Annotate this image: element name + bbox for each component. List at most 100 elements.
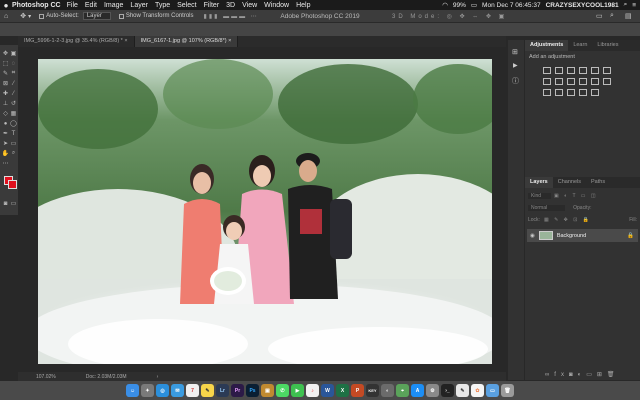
menu-image[interactable]: Image [104,2,123,9]
gradient-tool-icon[interactable]: ▦ [9,109,18,118]
launchpad-icon[interactable]: ✦ [141,384,154,397]
invert-icon[interactable] [543,89,551,96]
filter-icons[interactable]: ▣ ◐ T ▭ ◫ [554,193,598,199]
lasso-tool-icon[interactable]: ◌ [9,59,18,68]
list-icon[interactable]: ≡ [632,2,636,9]
workspace-switch-icon[interactable]: ▤ [625,12,632,20]
photo-filter-icon[interactable] [579,78,587,85]
menu-edit[interactable]: Edit [85,2,97,9]
type-tool-icon[interactable]: T [9,129,18,138]
home-icon[interactable]: ⌂ [4,13,8,20]
trash-icon[interactable]: 🗑 [501,384,514,397]
posterize-icon[interactable] [555,89,563,96]
dropdown-icon[interactable]: ▾ [28,13,31,20]
selective-color-icon[interactable] [579,89,587,96]
safari-icon[interactable]: ◎ [156,384,169,397]
mask-icon[interactable]: ◙ [569,372,578,378]
datetime[interactable]: Mon Dec 7 06:45:37 [482,2,541,9]
zoom-tool-icon[interactable]: ⌕ [9,149,18,158]
tab-libraries[interactable]: Libraries [592,40,623,51]
trash-icon[interactable]: 🗑 [607,372,620,378]
messages-icon[interactable]: ✆ [276,384,289,397]
dodge-tool-icon[interactable]: ◯ [9,119,18,128]
doc-size[interactable]: Doc: 2.03M/2.03M [86,374,127,380]
facetime-icon[interactable]: ▶ [291,384,304,397]
transform-checkbox[interactable] [118,13,124,19]
fx-icon[interactable]: fx [554,372,569,378]
lightroom-icon[interactable]: Lr [216,384,229,397]
preview-icon[interactable]: ◐ [381,384,394,397]
tab-channels[interactable]: Channels [553,177,586,188]
maps-icon[interactable]: ⌖ [396,384,409,397]
menu-file[interactable]: File [67,2,78,9]
calendar-icon[interactable]: 7 [186,384,199,397]
layer-row-background[interactable]: ◉ Background 🔒 [527,229,638,242]
wifi-icon[interactable]: ◠ [442,1,448,9]
eyedropper-icon[interactable]: ⁄ [9,79,18,88]
app-store-icon[interactable]: A [411,384,424,397]
shape-tool-icon[interactable]: ▭ [9,139,18,148]
canvas-area[interactable] [18,47,506,372]
keynote-icon[interactable]: KEY [366,384,379,397]
info-panel-icon[interactable]: ⓘ [512,76,519,86]
screen-mode-icon[interactable]: ▭ [9,199,18,208]
brush-tool-icon[interactable]: ⁄ [9,89,18,98]
photoshop-icon[interactable]: Ps [246,384,259,397]
app-menu[interactable]: Photoshop CC [12,2,61,9]
mail-icon[interactable]: ✉ [171,384,184,397]
battery-percent[interactable]: 99% [453,2,466,9]
gradient-adj-icon[interactable] [603,67,611,74]
text-edit-icon[interactable]: ✎ [456,384,469,397]
tab-img6167[interactable]: IMG_6167-1.jpg @ 107% (RGB/8*) × [134,36,239,47]
folder-icon[interactable]: ▭ [586,372,597,378]
play-panel-icon[interactable]: ▶ [513,62,518,69]
username[interactable]: CRAZYSEXYCOOL1981 [546,2,619,9]
folder-icon[interactable]: ▭ [486,384,499,397]
terminal-icon[interactable]: ›_ [441,384,454,397]
powerpoint-icon[interactable]: P [351,384,364,397]
status-arrow-icon[interactable]: › [157,374,159,380]
menu-type[interactable]: Type [155,2,170,9]
zoom-level[interactable]: 107.02% [36,374,56,380]
artboard-tool-icon[interactable]: ▣ [9,49,18,58]
photos-icon[interactable]: ✿ [471,384,484,397]
visibility-eye-icon[interactable]: ◉ [530,233,535,239]
threshold-icon[interactable] [567,89,575,96]
word-icon[interactable]: W [321,384,334,397]
blend-mode-dropdown[interactable]: Normal [528,204,566,211]
vibrance-icon[interactable] [591,67,599,74]
color-lookup-icon[interactable] [603,78,611,85]
3d-mode-icons[interactable]: 3D Mode: ◎ ✥ ⇔ ✥ ▣ [392,13,507,20]
search-icon[interactable]: ⌕ [624,1,628,9]
gradient-map-icon[interactable] [591,89,599,96]
move-tool-icon[interactable]: ✥ [20,12,26,20]
hue-sat-icon[interactable] [543,78,551,85]
tab-img5996[interactable]: IMG_5996-1-2-3.jpg @ 35.4% (RGB/8) * × [18,36,135,47]
channel-mixer-icon[interactable] [591,78,599,85]
search-panel-icon[interactable]: ⌕ [610,12,614,20]
brightness-icon[interactable] [543,67,551,74]
gallery-icon[interactable]: ▣ [261,384,274,397]
curves-icon[interactable] [567,67,575,74]
workspace-icon[interactable]: ▭ [596,12,603,20]
menu-select[interactable]: Select [177,2,196,9]
history-brush-icon[interactable]: ↺ [9,99,18,108]
levels-icon[interactable] [555,67,563,74]
color-balance-icon[interactable] [555,78,563,85]
layer-name[interactable]: Background [557,233,586,239]
notes-icon[interactable]: ✎ [201,384,214,397]
menu-help[interactable]: Help [296,2,310,9]
auto-select-checkbox[interactable] [39,13,45,19]
tab-adjustments[interactable]: Adjustments [525,40,569,51]
align-icons[interactable]: ▮▮▮ ▬▬▬ ⋯ [204,13,259,20]
history-panel-icon[interactable]: ⊞ [512,48,518,56]
link-icon[interactable]: ∞ [545,372,554,378]
new-layer-icon[interactable]: ⊞ [597,372,607,378]
auto-select-dropdown[interactable]: Layer [82,12,111,20]
tab-learn[interactable]: Learn [568,40,592,51]
crop-tool-icon[interactable]: ⌗ [9,69,18,78]
menu-view[interactable]: View [242,2,257,9]
menu-layer[interactable]: Layer [130,2,148,9]
close-icon[interactable]: × [124,38,127,44]
tab-paths[interactable]: Paths [586,177,610,188]
